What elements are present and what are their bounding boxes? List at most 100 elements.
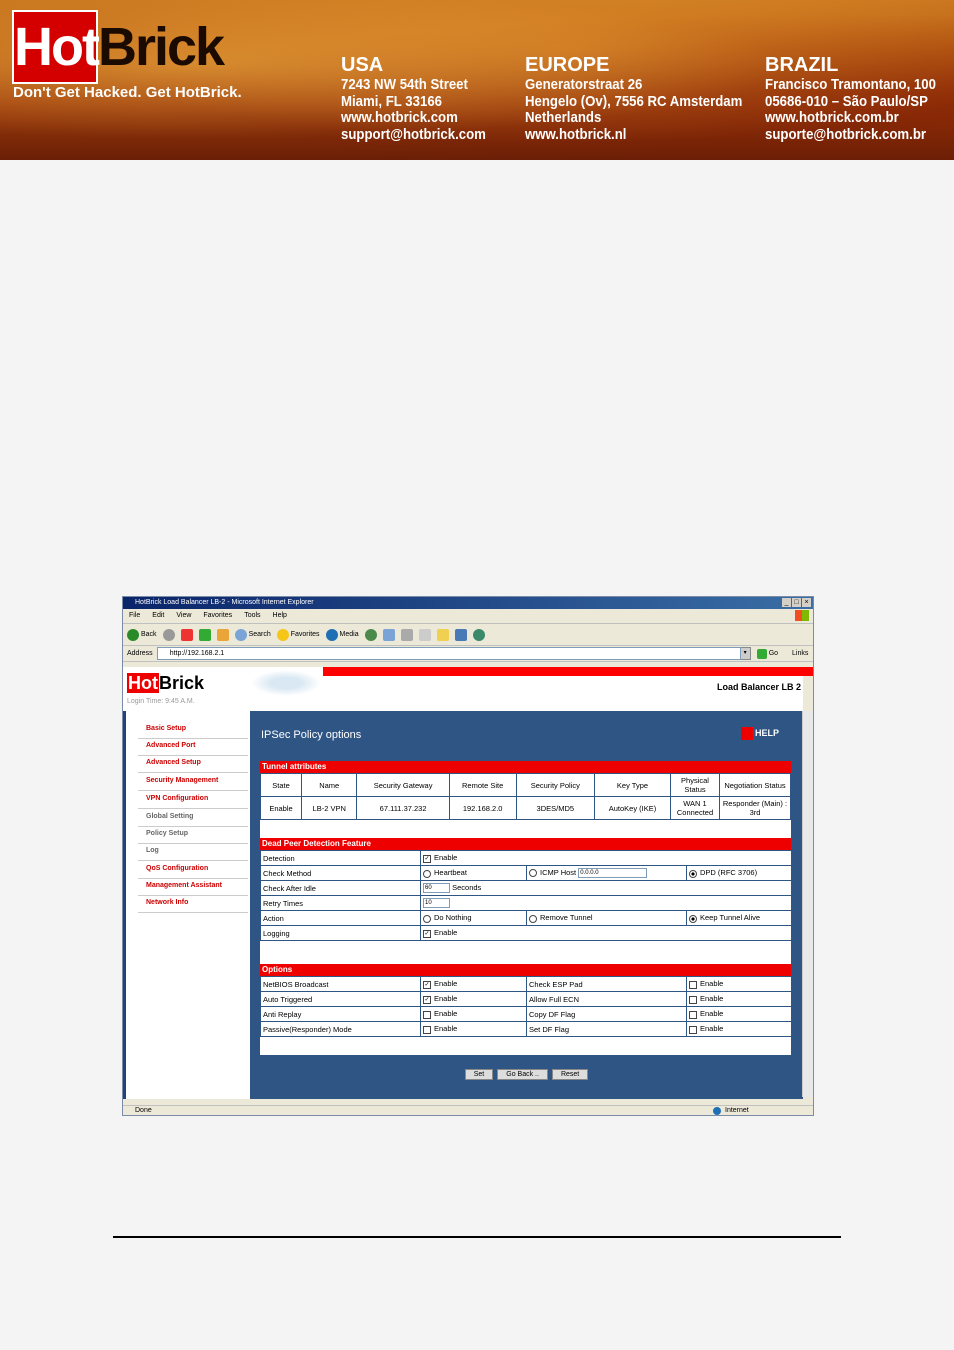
- mail-button[interactable]: [382, 628, 395, 641]
- keep-tunnel-alive-radio[interactable]: [689, 914, 697, 923]
- search-button[interactable]: Search: [234, 628, 271, 641]
- check-esp-pad-checkbox[interactable]: [689, 980, 697, 989]
- netbios-checkbox[interactable]: ✓: [423, 980, 431, 989]
- go-button[interactable]: Go: [756, 648, 778, 659]
- set-df-flag-checkbox[interactable]: [689, 1025, 697, 1034]
- office-line: Francisco Tramontano, 100: [765, 76, 936, 93]
- office-brazil: BRAZIL Francisco Tramontano, 100 05686-0…: [765, 53, 954, 143]
- minimize-button[interactable]: _: [782, 598, 791, 607]
- anti-replay-checkbox[interactable]: [423, 1010, 431, 1019]
- nav-sidebar: Basic Setup Advanced Port Advanced Setup…: [123, 711, 253, 1099]
- mail-icon: [382, 628, 395, 641]
- tunnel-table: State Name Security Gateway Remote Site …: [260, 773, 791, 820]
- passive-mode-checkbox[interactable]: [423, 1025, 431, 1034]
- app-logo: HotBrick: [127, 673, 204, 694]
- edit-icon: [418, 628, 431, 641]
- set-df-flag-cell: Enable: [686, 1021, 792, 1037]
- remove-tunnel-radio[interactable]: [529, 914, 537, 923]
- sidebar-item-vpn-configuration[interactable]: VPN Configuration: [138, 792, 248, 809]
- icmp-host-input[interactable]: 0.0.0.0: [578, 868, 648, 878]
- detection-enable-checkbox[interactable]: ✓: [423, 854, 431, 863]
- browser-toolbar: Back Search Favorites Media: [123, 624, 813, 646]
- table-header-row: State Name Security Gateway Remote Site …: [260, 773, 791, 797]
- set-df-flag-label: Set DF Flag: [526, 1021, 687, 1037]
- office-heading: USA: [341, 54, 384, 76]
- auto-triggered-label: Auto Triggered: [260, 991, 421, 1007]
- address-label: Address: [127, 650, 153, 657]
- dpd-rfc-radio[interactable]: [689, 869, 697, 878]
- edit-button[interactable]: [418, 628, 431, 641]
- sidebar-item-global-setting[interactable]: Global Setting: [138, 810, 248, 827]
- forward-button[interactable]: [162, 628, 175, 641]
- sidebar-item-management-assistant[interactable]: Management Assistant: [138, 879, 248, 896]
- menu-tools[interactable]: Tools: [244, 609, 260, 623]
- menu-view[interactable]: View: [176, 609, 191, 623]
- home-button[interactable]: [216, 628, 229, 641]
- help-button[interactable]: HELP: [741, 727, 779, 740]
- history-button[interactable]: [364, 628, 377, 641]
- links-button[interactable]: Links: [792, 650, 808, 657]
- enable-label: Enable: [434, 1009, 458, 1019]
- sidebar-item-advanced-port[interactable]: Advanced Port: [138, 739, 248, 756]
- stop-button[interactable]: [180, 628, 193, 641]
- maximize-button[interactable]: □: [792, 598, 801, 607]
- sidebar-item-log[interactable]: Log: [138, 844, 248, 861]
- sidebar-item-network-info[interactable]: Network Info: [138, 896, 248, 913]
- sidebar-item-policy-setup[interactable]: Policy Setup: [138, 827, 248, 844]
- anti-replay-cell: Enable: [420, 1006, 527, 1022]
- go-back-button[interactable]: Go Back ..: [497, 1069, 548, 1080]
- allow-full-ecn-checkbox[interactable]: [689, 995, 697, 1004]
- heartbeat-radio[interactable]: [423, 869, 431, 878]
- address-input[interactable]: http://192.168.2.1: [156, 647, 741, 660]
- seconds-label: Seconds: [452, 882, 482, 892]
- address-dropdown-icon[interactable]: ▾: [739, 647, 751, 660]
- sidebar-item-basic-setup[interactable]: Basic Setup: [138, 722, 248, 739]
- world-map-graphic: [251, 670, 321, 696]
- enable-label: Enable: [700, 979, 724, 989]
- do-nothing-radio[interactable]: [423, 914, 431, 923]
- device-title: Load Balancer LB 2: [716, 682, 801, 692]
- icmp-host-radio[interactable]: [529, 869, 537, 877]
- research-button[interactable]: [472, 628, 485, 641]
- refresh-button[interactable]: [198, 628, 211, 641]
- menu-help[interactable]: Help: [273, 609, 287, 623]
- idle-seconds-input[interactable]: 60: [423, 883, 450, 893]
- search-label: Search: [248, 631, 271, 638]
- th-key-type: Key Type: [593, 773, 672, 797]
- vertical-scrollbar[interactable]: [802, 711, 813, 1097]
- favorites-button[interactable]: Favorites: [276, 628, 320, 641]
- print-icon: [400, 628, 413, 641]
- retry-times-input[interactable]: 10: [423, 898, 450, 908]
- heartbeat-cell: Heartbeat: [420, 865, 527, 881]
- print-button[interactable]: [400, 628, 413, 641]
- sidebar-item-security-management[interactable]: Security Management: [138, 774, 248, 791]
- set-button[interactable]: Set: [464, 1069, 494, 1080]
- dpd-row-check-after-idle: Check After Idle 60 Seconds: [260, 880, 793, 896]
- app-logo-brick: Brick: [159, 673, 205, 693]
- media-button[interactable]: Media: [325, 628, 359, 641]
- home-icon: [216, 628, 229, 641]
- options-row: Passive(Responder) Mode Enable Set DF Fl…: [260, 1021, 792, 1037]
- help-label: HELP: [755, 727, 780, 738]
- hotbrick-banner: Hot Brick Don't Get Hacked. Get HotBrick…: [0, 0, 954, 160]
- cell-state: Enable: [260, 796, 302, 820]
- reset-button[interactable]: Reset: [551, 1069, 589, 1080]
- menu-favorites[interactable]: Favorites: [203, 609, 232, 623]
- menu-file[interactable]: File: [129, 609, 140, 623]
- copy-df-flag-checkbox[interactable]: [689, 1010, 697, 1019]
- header-red-bar: [323, 667, 813, 676]
- close-button[interactable]: ×: [802, 598, 811, 607]
- sidebar-item-qos-configuration[interactable]: QoS Configuration: [138, 862, 248, 879]
- logging-enable-checkbox[interactable]: ✓: [423, 929, 431, 938]
- menu-edit[interactable]: Edit: [152, 609, 164, 623]
- window-controls: _ □ ×: [782, 598, 811, 607]
- folder-button[interactable]: [436, 628, 449, 641]
- enable-label: Enable: [434, 994, 458, 1004]
- allow-full-ecn-cell: Enable: [686, 991, 792, 1007]
- back-button[interactable]: Back: [127, 628, 157, 641]
- auto-triggered-checkbox[interactable]: ✓: [423, 995, 431, 1004]
- sidebar-item-advanced-setup[interactable]: Advanced Setup: [138, 756, 248, 773]
- enable-label: Enable: [700, 1024, 724, 1034]
- app-header: HotBrick Load Balancer LB 2 Login Time: …: [123, 667, 813, 708]
- messenger-button[interactable]: [454, 628, 467, 641]
